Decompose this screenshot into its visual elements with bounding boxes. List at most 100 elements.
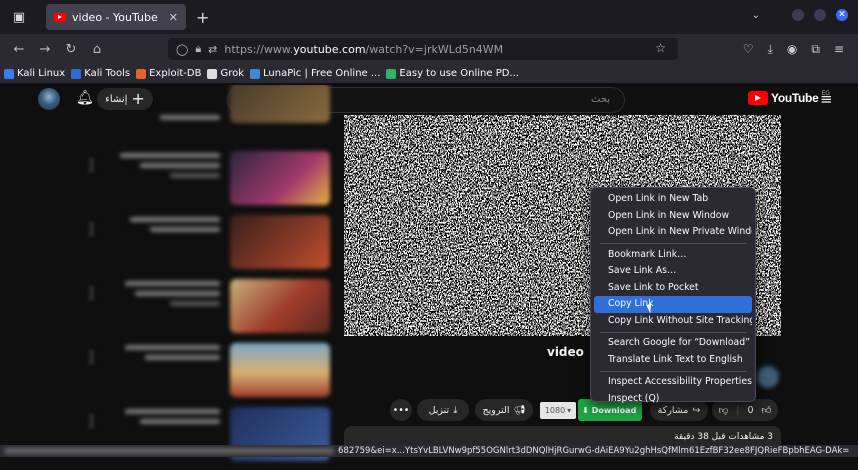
bookmark-favicon-icon [250,68,261,79]
menu-separator [600,243,746,244]
bookmark-favicon-icon [136,68,147,79]
youtube-favicon-icon [54,12,66,22]
minimize-button[interactable] [792,9,804,21]
download-save-button[interactable]: تنزيل ⤓ [417,399,469,421]
video-thumbnail [230,215,330,269]
url-bar[interactable]: ◯ 🔒︎ ⇄ https://www.youtube.com/watch?v=j… [168,38,678,60]
close-window-button[interactable]: ✕ [836,9,848,21]
bookmark-kali-tools[interactable]: Kali Tools [71,68,130,79]
bookmark-favicon-icon [71,68,82,79]
bookmark-exploit-db[interactable]: Exploit-DB [136,68,201,79]
chevron-down-icon[interactable]: ⌄ [752,10,760,21]
video-thumbnail [230,343,330,397]
video-thumbnail [230,279,330,333]
tab-bar: ▣ video - YouTube ✕ + ⌄ ✕ [0,0,858,34]
list-item[interactable] [70,147,340,205]
lock-icon[interactable]: 🔒︎ [195,42,201,56]
youtube-play-icon [748,91,768,105]
maximize-button[interactable] [814,9,826,21]
menu-item-open-new-tab[interactable]: Open Link in New Tab [594,191,752,208]
bookmark-online-pdf[interactable]: Easy to use Online PD... [386,68,519,79]
promote-label: الترويج [482,404,510,416]
video-thumbnail [230,151,330,205]
quality-value: 1080 [544,406,566,415]
create-label: إنشاء [105,93,128,105]
menu-icon[interactable]: ≡ [834,42,844,57]
search-input[interactable]: بحث [591,94,610,105]
close-icon[interactable]: ✕ [169,11,178,24]
bookmark-lunapic[interactable]: LunaPic | Free Online ... [250,68,380,79]
menu-item-copy-link[interactable]: Copy Link [594,296,752,313]
hamburger-menu-icon[interactable]: ≡ [820,90,833,108]
reload-icon[interactable]: ↻ [60,42,82,57]
link-status-bar: 682759&ei=x...YtsYvLBLVNw9pf55OGNlrt3dDN… [0,445,858,457]
menu-item-inspect-accessibility[interactable]: Inspect Accessibility Properties [594,374,752,391]
more-icon [90,351,93,363]
bookmark-kali-linux[interactable]: Kali Linux [4,68,65,79]
window-controls: ⌄ ✕ [752,9,848,21]
toolbar-right: ♡ ⤓ ◉ ⧉ ≡ [743,42,844,57]
shield-icon[interactable]: ◯ [176,43,188,56]
menu-separator [600,331,746,333]
video-title: video [547,345,584,359]
download-icon[interactable]: ⤓ [768,42,773,57]
more-icon [90,287,93,299]
save-label: تنزيل [428,404,450,416]
view-count-and-date: 3 مشاهدات قبل 38 دقيقة [674,432,773,442]
list-item-text [125,345,220,350]
context-menu: Open Link in New Tab Open Link in New Wi… [590,187,756,404]
nav-bar: ← → ↻ ⌂ ◯ 🔒︎ ⇄ https://www.youtube.com/w… [0,34,858,64]
avatar[interactable] [757,366,779,388]
home-icon[interactable]: ⌂ [86,42,108,57]
bookmark-favicon-icon [386,68,397,79]
pocket-icon[interactable]: ♡ [743,42,754,57]
quality-select[interactable]: 1080 ▾ [540,402,576,419]
bookmark-favicon-icon [207,68,218,79]
megaphone-icon: 📢︎ [513,404,526,416]
bell-icon[interactable]: 🔔︎ [76,90,94,106]
list-item[interactable] [70,275,340,333]
plus-icon: + [131,89,145,108]
youtube-logo-text: YouTube [771,91,819,105]
more-icon: ••• [392,404,410,416]
back-arrow-icon[interactable]: ← [8,42,30,57]
bookmark-favicon-icon [4,68,14,79]
tab-title: video - YouTube [72,10,158,24]
menu-item-save-link-as[interactable]: Save Link As… [594,263,752,280]
new-tab-plus-icon[interactable]: + [196,8,209,27]
download-icon: ⤓ [453,404,458,416]
list-item-text [140,163,220,168]
menu-item-bookmark-link[interactable]: Bookmark Link… [594,247,752,264]
tab-list-icon[interactable]: ▣ [6,5,32,29]
extensions-icon[interactable]: ⧉ [811,42,820,57]
youtube-logo[interactable]: YouTube EG [748,90,830,105]
list-item-text [160,115,220,120]
permissions-icon[interactable]: ⇄ [208,43,217,56]
menu-item-copy-link-without-tracking[interactable]: Copy Link Without Site Tracking [594,313,752,330]
menu-item-save-to-pocket[interactable]: Save Link to Pocket [594,280,752,297]
menu-item-open-private-window[interactable]: Open Link in New Private Window [594,224,752,241]
list-item-text [120,153,220,158]
more-actions-button[interactable]: ••• [390,399,412,421]
list-item-text [130,217,220,222]
link-url-preview: 682759&ei=x...YtsYvLBLVNw9pf55OGNlrt3dDN… [338,446,850,456]
status-blurred-text [4,448,334,454]
promote-button[interactable]: الترويج 📢︎ [475,399,533,421]
more-icon [90,223,93,235]
menu-item-search-google[interactable]: Search Google for “Download” [594,335,752,352]
star-icon[interactable]: ☆ [655,41,666,55]
list-item-text [145,355,220,360]
list-item[interactable] [70,211,340,269]
list-item[interactable] [70,339,340,397]
menu-item-inspect[interactable]: Inspect (Q) [594,391,752,408]
list-item-text [135,291,220,296]
url-text[interactable]: https://www.youtube.com/watch?v=jrkWLd5n… [224,43,503,56]
account-icon[interactable]: ◉ [787,42,797,57]
menu-item-open-new-window[interactable]: Open Link in New Window [594,208,752,225]
menu-item-translate-link-text[interactable]: Translate Link Text to English [594,352,752,369]
thumbs-up-icon[interactable]: 👍︎ [761,404,771,416]
tab-youtube[interactable]: video - YouTube ✕ [46,4,186,30]
avatar[interactable] [38,88,60,110]
forward-arrow-icon[interactable]: → [34,42,56,57]
bookmark-grok[interactable]: Grok [207,68,244,79]
